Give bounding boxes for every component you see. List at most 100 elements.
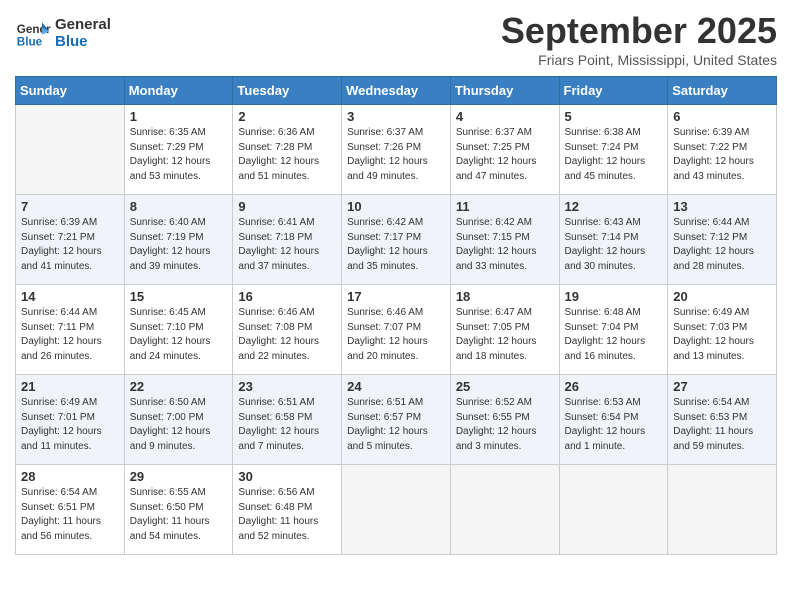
day-number: 6	[673, 109, 771, 124]
calendar-cell	[16, 105, 125, 195]
day-number: 12	[565, 199, 663, 214]
calendar-cell: 13 Sunrise: 6:44 AMSunset: 7:12 PMDayligh…	[668, 195, 777, 285]
day-info: Sunrise: 6:40 AMSunset: 7:19 PMDaylight:…	[130, 216, 228, 274]
day-info: Sunrise: 6:42 AMSunset: 7:17 PMDaylight:…	[347, 216, 445, 274]
day-number: 3	[347, 109, 445, 124]
day-number: 23	[238, 379, 336, 394]
weekday-header-thursday: Thursday	[450, 77, 559, 105]
day-number: 27	[673, 379, 771, 394]
logo-icon: General Blue	[15, 15, 51, 51]
calendar-cell: 11 Sunrise: 6:42 AMSunset: 7:15 PMDayligh…	[450, 195, 559, 285]
calendar-cell: 28 Sunrise: 6:54 AMSunset: 6:51 PMDayligh…	[16, 465, 125, 555]
calendar-cell: 29 Sunrise: 6:55 AMSunset: 6:50 PMDayligh…	[124, 465, 233, 555]
calendar-week-2: 7Sunrise: 6:39 AMSunset: 7:21 PMDaylight…	[16, 195, 777, 285]
day-number: 4	[456, 109, 554, 124]
day-number: 19	[565, 289, 663, 304]
day-number: 5	[565, 109, 663, 124]
day-info: Sunrise: 6:46 AMSunset: 7:08 PMDaylight:…	[238, 306, 336, 364]
day-info: Sunrise: 6:43 AMSunset: 7:14 PMDaylight:…	[565, 216, 663, 274]
day-number: 28	[21, 469, 119, 484]
day-number: 16	[238, 289, 336, 304]
calendar-cell: 18 Sunrise: 6:47 AMSunset: 7:05 PMDayligh…	[450, 285, 559, 375]
day-info: Sunrise: 6:51 AMSunset: 6:57 PMDaylight:…	[347, 396, 445, 454]
calendar-cell	[668, 465, 777, 555]
calendar-cell: 27 Sunrise: 6:54 AMSunset: 6:53 PMDayligh…	[668, 375, 777, 465]
day-info: Sunrise: 6:54 AMSunset: 6:53 PMDaylight:…	[673, 396, 771, 454]
day-info: Sunrise: 6:53 AMSunset: 6:54 PMDaylight:…	[565, 396, 663, 454]
calendar-cell: 5 Sunrise: 6:38 AMSunset: 7:24 PMDaylight…	[559, 105, 668, 195]
calendar-cell: 25 Sunrise: 6:52 AMSunset: 6:55 PMDayligh…	[450, 375, 559, 465]
calendar-cell: 15 Sunrise: 6:45 AMSunset: 7:10 PMDayligh…	[124, 285, 233, 375]
calendar-cell: 22Sunrise: 6:50 AMSunset: 7:00 PMDayligh…	[124, 375, 233, 465]
day-number: 26	[565, 379, 663, 394]
day-number: 10	[347, 199, 445, 214]
day-number: 21	[21, 379, 119, 394]
calendar-cell: 8Sunrise: 6:40 AMSunset: 7:19 PMDaylight…	[124, 195, 233, 285]
day-info: Sunrise: 6:56 AMSunset: 6:48 PMDaylight:…	[238, 486, 336, 544]
calendar-cell: 4 Sunrise: 6:37 AMSunset: 7:25 PMDaylight…	[450, 105, 559, 195]
day-number: 1	[130, 109, 228, 124]
day-info: Sunrise: 6:52 AMSunset: 6:55 PMDaylight:…	[456, 396, 554, 454]
month-title: September 2025	[501, 10, 777, 52]
day-info: Sunrise: 6:38 AMSunset: 7:24 PMDaylight:…	[565, 126, 663, 184]
calendar-cell: 3Sunrise: 6:37 AMSunset: 7:26 PMDaylight…	[342, 105, 451, 195]
day-info: Sunrise: 6:37 AMSunset: 7:25 PMDaylight:…	[456, 126, 554, 184]
day-number: 29	[130, 469, 228, 484]
day-info: Sunrise: 6:48 AMSunset: 7:04 PMDaylight:…	[565, 306, 663, 364]
day-info: Sunrise: 6:55 AMSunset: 6:50 PMDaylight:…	[130, 486, 228, 544]
day-number: 30	[238, 469, 336, 484]
day-number: 17	[347, 289, 445, 304]
day-info: Sunrise: 6:39 AMSunset: 7:22 PMDaylight:…	[673, 126, 771, 184]
day-info: Sunrise: 6:54 AMSunset: 6:51 PMDaylight:…	[21, 486, 119, 544]
logo-line1: General	[55, 16, 111, 33]
day-info: Sunrise: 6:39 AMSunset: 7:21 PMDaylight:…	[21, 216, 119, 274]
day-info: Sunrise: 6:44 AMSunset: 7:11 PMDaylight:…	[21, 306, 119, 364]
day-info: Sunrise: 6:49 AMSunset: 7:03 PMDaylight:…	[673, 306, 771, 364]
calendar-week-5: 28 Sunrise: 6:54 AMSunset: 6:51 PMDayligh…	[16, 465, 777, 555]
day-number: 9	[238, 199, 336, 214]
weekday-header-saturday: Saturday	[668, 77, 777, 105]
day-number: 2	[238, 109, 336, 124]
day-info: Sunrise: 6:44 AMSunset: 7:12 PMDaylight:…	[673, 216, 771, 274]
calendar-cell: 2Sunrise: 6:36 AMSunset: 7:28 PMDaylight…	[233, 105, 342, 195]
day-number: 25	[456, 379, 554, 394]
calendar-cell: 14 Sunrise: 6:44 AMSunset: 7:11 PMDayligh…	[16, 285, 125, 375]
day-info: Sunrise: 6:45 AMSunset: 7:10 PMDaylight:…	[130, 306, 228, 364]
calendar-cell: 26 Sunrise: 6:53 AMSunset: 6:54 PMDayligh…	[559, 375, 668, 465]
calendar-cell: 20 Sunrise: 6:49 AMSunset: 7:03 PMDayligh…	[668, 285, 777, 375]
calendar-table: SundayMondayTuesdayWednesdayThursdayFrid…	[15, 76, 777, 555]
calendar-cell: 17 Sunrise: 6:46 AMSunset: 7:07 PMDayligh…	[342, 285, 451, 375]
calendar-cell	[342, 465, 451, 555]
calendar-cell	[450, 465, 559, 555]
page-header: General Blue General Blue September 2025…	[15, 10, 777, 68]
day-number: 24	[347, 379, 445, 394]
calendar-week-3: 14 Sunrise: 6:44 AMSunset: 7:11 PMDayligh…	[16, 285, 777, 375]
day-info: Sunrise: 6:50 AMSunset: 7:00 PMDaylight:…	[130, 396, 228, 454]
svg-text:Blue: Blue	[17, 36, 43, 49]
calendar-cell: 21Sunrise: 6:49 AMSunset: 7:01 PMDayligh…	[16, 375, 125, 465]
day-info: Sunrise: 6:47 AMSunset: 7:05 PMDaylight:…	[456, 306, 554, 364]
day-number: 13	[673, 199, 771, 214]
day-info: Sunrise: 6:35 AMSunset: 7:29 PMDaylight:…	[130, 126, 228, 184]
day-info: Sunrise: 6:46 AMSunset: 7:07 PMDaylight:…	[347, 306, 445, 364]
weekday-header-friday: Friday	[559, 77, 668, 105]
calendar-cell: 6 Sunrise: 6:39 AMSunset: 7:22 PMDaylight…	[668, 105, 777, 195]
weekday-header-sunday: Sunday	[16, 77, 125, 105]
day-number: 14	[21, 289, 119, 304]
logo-line2: Blue	[55, 33, 111, 50]
day-number: 20	[673, 289, 771, 304]
calendar-cell: 1 Sunrise: 6:35 AMSunset: 7:29 PMDaylight…	[124, 105, 233, 195]
day-number: 11	[456, 199, 554, 214]
weekday-header-row: SundayMondayTuesdayWednesdayThursdayFrid…	[16, 77, 777, 105]
day-number: 15	[130, 289, 228, 304]
calendar-cell: 7Sunrise: 6:39 AMSunset: 7:21 PMDaylight…	[16, 195, 125, 285]
calendar-cell: 16 Sunrise: 6:46 AMSunset: 7:08 PMDayligh…	[233, 285, 342, 375]
day-info: Sunrise: 6:42 AMSunset: 7:15 PMDaylight:…	[456, 216, 554, 274]
calendar-week-1: 1 Sunrise: 6:35 AMSunset: 7:29 PMDaylight…	[16, 105, 777, 195]
calendar-cell: 19 Sunrise: 6:48 AMSunset: 7:04 PMDayligh…	[559, 285, 668, 375]
day-info: Sunrise: 6:51 AMSunset: 6:58 PMDaylight:…	[238, 396, 336, 454]
calendar-cell: 23 Sunrise: 6:51 AMSunset: 6:58 PMDayligh…	[233, 375, 342, 465]
calendar-cell: 10 Sunrise: 6:42 AMSunset: 7:17 PMDayligh…	[342, 195, 451, 285]
calendar-cell: 30 Sunrise: 6:56 AMSunset: 6:48 PMDayligh…	[233, 465, 342, 555]
day-number: 18	[456, 289, 554, 304]
